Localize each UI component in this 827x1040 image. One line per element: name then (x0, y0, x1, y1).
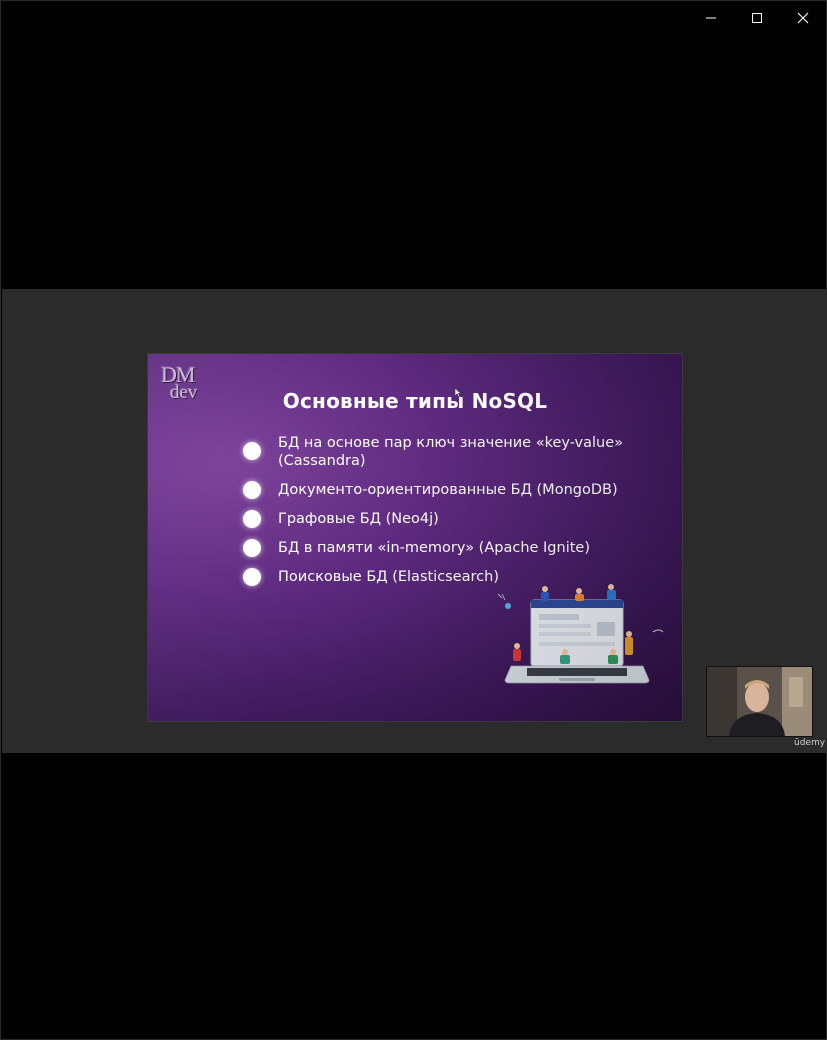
people-with-laptop-illustration (497, 584, 664, 684)
video-player-window: DM dev Основные типы NoSQL БД на основе … (0, 0, 827, 1040)
close-icon (797, 12, 809, 24)
minimize-icon (706, 17, 716, 19)
close-button[interactable] (780, 1, 826, 35)
bullet-dot-icon (243, 442, 261, 460)
bullet-text: Документо-ориентированные БД (MongoDB) (278, 482, 618, 498)
bullet-text: БД в памяти «in-memory» (Apache Ignite) (278, 540, 590, 556)
bullet-text: Поисковые БД (Elasticsearch) (278, 569, 500, 585)
bullet-dot-icon (243, 568, 261, 586)
list-item: Графовые БД (Neo4j) (243, 510, 643, 528)
bullet-dot-icon (243, 510, 261, 528)
list-item: Документо-ориентированные БД (MongoDB) (243, 481, 643, 499)
window-titlebar (688, 1, 826, 35)
bullet-text: БД на основе пар ключ значение «key-valu… (278, 435, 624, 469)
presenter-image (707, 667, 812, 736)
list-item: БД в памяти «in-memory» (Apache Ignite) (243, 539, 643, 557)
minimize-button[interactable] (688, 1, 734, 35)
slide-title: Основные типы NoSQL (282, 389, 548, 413)
video-frame[interactable]: DM dev Основные типы NoSQL БД на основе … (2, 289, 827, 753)
presenter-webcam (706, 666, 813, 737)
maximize-button[interactable] (734, 1, 780, 35)
udemy-watermark: ūdemy (794, 738, 826, 748)
bullet-text: Графовые БД (Neo4j) (278, 511, 439, 527)
maximize-icon (752, 13, 762, 23)
bullet-dot-icon (243, 539, 261, 557)
bullet-dot-icon (243, 481, 261, 499)
bullet-list: БД на основе пар ключ значение «key-valu… (243, 434, 643, 597)
lecture-slide: DM dev Основные типы NoSQL БД на основе … (148, 354, 682, 721)
list-item: БД на основе пар ключ значение «key-valu… (243, 434, 643, 470)
